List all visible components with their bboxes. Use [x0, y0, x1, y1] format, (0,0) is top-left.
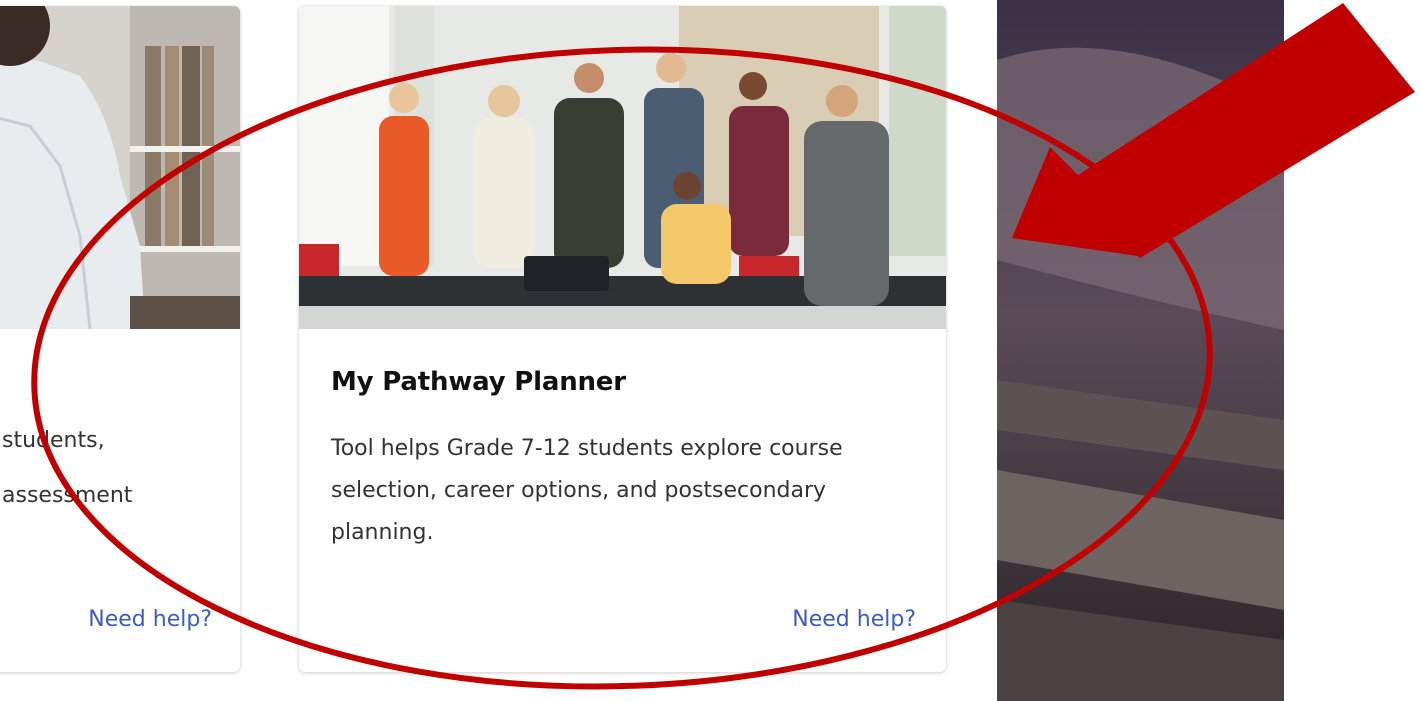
need-help-link[interactable]: Need help?	[88, 607, 212, 632]
card-description: Tool helps Grade 7-12 students explore c…	[331, 436, 843, 545]
card-photo	[0, 6, 240, 329]
card-title: My Pathway Planner	[331, 367, 626, 397]
card-description-line: students,	[2, 428, 105, 453]
background-photo-keyboard	[997, 0, 1284, 701]
my-pathway-planner-card[interactable]: My Pathway Planner Tool helps Grade 7-12…	[299, 6, 946, 672]
need-help-link[interactable]: Need help?	[792, 607, 916, 632]
resource-card-partial[interactable]: students, assessment Need help?	[0, 6, 240, 672]
students-group-photo	[299, 6, 946, 329]
keyboard-hand-image	[997, 0, 1284, 701]
card-photo	[299, 6, 946, 329]
card-description-line: assessment	[2, 483, 133, 508]
card-photo-image	[0, 6, 240, 329]
